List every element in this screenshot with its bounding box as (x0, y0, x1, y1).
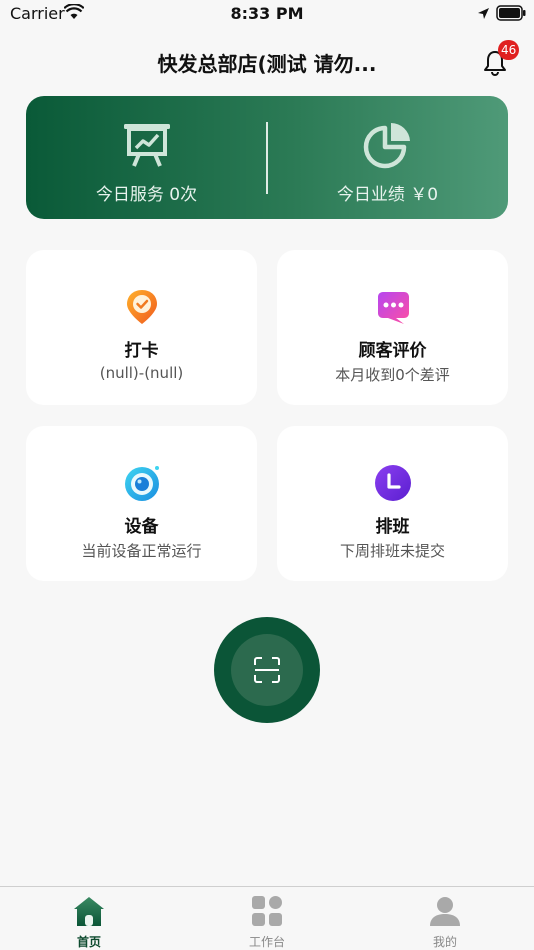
today-service-stat[interactable]: 今日服务 0次 (26, 96, 267, 219)
location-check-icon (127, 290, 157, 324)
camera-lens-icon (125, 466, 159, 501)
home-icon (74, 897, 104, 926)
schedule-title: 排班 (375, 517, 410, 537)
notification-badge: 46 (498, 40, 520, 60)
check-in-subtitle: (null)-(null) (99, 364, 184, 382)
notification-button[interactable]: 46 (480, 40, 520, 78)
stats-banner: 今日服务 0次 今日业绩 ￥0 (26, 96, 508, 219)
location-arrow-icon (478, 8, 489, 19)
today-performance-label: 今日业绩 ￥0 (336, 185, 439, 205)
status-time: 8:33 PM (230, 4, 304, 23)
tab-workbench-label: 工作台 (248, 935, 285, 949)
tab-home-label: 首页 (76, 935, 101, 949)
customer-review-card[interactable]: 顾客评价 本月收到0个差评 (277, 250, 508, 405)
schedule-card[interactable]: 排班 下周排班未提交 (277, 426, 508, 581)
schedule-subtitle: 下周排班未提交 (339, 542, 445, 560)
tab-mine-label: 我的 (432, 935, 457, 949)
device-card[interactable]: 设备 当前设备正常运行 (26, 426, 257, 581)
clock-icon (375, 465, 411, 501)
today-service-label: 今日服务 0次 (95, 185, 198, 205)
tab-home[interactable]: 首页 (0, 887, 178, 950)
check-in-card[interactable]: 打卡 (null)-(null) (26, 250, 257, 405)
pie-chart-icon (363, 122, 410, 169)
user-icon (430, 897, 460, 926)
header: 快发总部店(测试 请勿... 46 (0, 36, 534, 86)
tab-mine[interactable]: 我的 (356, 887, 534, 950)
customer-review-subtitle: 本月收到0个差评 (335, 366, 450, 384)
page-title: 快发总部店(测试 请勿... (157, 52, 377, 76)
scan-icon (254, 657, 280, 683)
scan-button[interactable] (214, 617, 320, 723)
check-in-title: 打卡 (124, 341, 159, 361)
device-title: 设备 (124, 517, 159, 537)
chat-bubble-icon (378, 292, 409, 324)
grid-icon (252, 896, 282, 926)
today-performance-stat[interactable]: 今日业绩 ￥0 (267, 96, 508, 219)
status-bar: Carrier 8:33 PM (0, 0, 534, 28)
tab-workbench[interactable]: 工作台 (178, 887, 356, 950)
device-subtitle: 当前设备正常运行 (81, 542, 202, 560)
presentation-chart-icon (124, 124, 170, 167)
customer-review-title: 顾客评价 (358, 341, 427, 361)
battery-icon (496, 5, 526, 21)
scan-button-inner (231, 634, 303, 706)
tab-bar: 首页 工作台 我的 (0, 886, 534, 950)
